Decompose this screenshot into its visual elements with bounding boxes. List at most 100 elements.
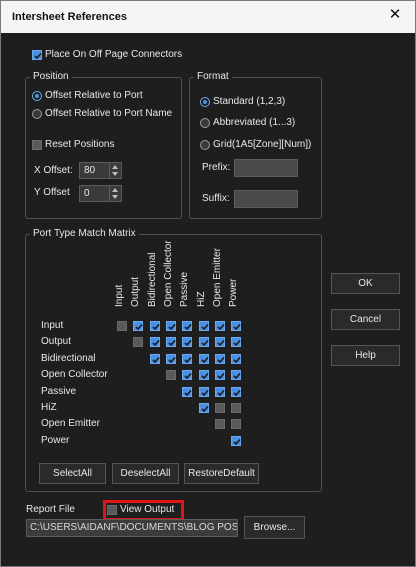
matrix-cell-checkbox[interactable] — [149, 337, 160, 348]
matrix-column-header: HiZ — [196, 268, 208, 318]
offset-port-label: Offset Relative to Port — [45, 90, 143, 101]
matrix-cell-checkbox[interactable] — [182, 321, 193, 331]
matrix-column-label: Output — [130, 276, 142, 307]
spin-up-icon[interactable] — [112, 165, 118, 169]
restore-default-button[interactable]: RestoreDefault — [184, 463, 259, 484]
matrix-row-label: Bidirectional — [41, 352, 96, 364]
close-icon[interactable]: ✕ — [383, 4, 407, 26]
matrix-cell-checkbox[interactable] — [214, 403, 225, 413]
matrix-cell-checkbox[interactable] — [198, 353, 209, 364]
suffix-input[interactable] — [234, 190, 298, 208]
format-grid-label: Grid(1A5[Zone][Num]) — [213, 139, 312, 150]
place-connectors-label: Place On Off Page Connectors — [45, 49, 183, 60]
matrix-column-header: Open Emitter — [212, 248, 224, 318]
select-all-button[interactable]: SelectAll — [39, 463, 106, 484]
reset-positions-label: Reset Positions — [45, 139, 115, 150]
matrix-row-label: Open Collector — [41, 369, 108, 381]
matrix-cell-checkbox[interactable] — [231, 403, 242, 413]
matrix-cell-checkbox[interactable] — [231, 370, 242, 381]
matrix-cell-checkbox[interactable] — [231, 419, 242, 430]
matrix-cell-checkbox[interactable] — [149, 353, 160, 364]
matrix-cell-checkbox[interactable] — [149, 321, 160, 331]
format-group-title: Format — [194, 71, 232, 82]
browse-button[interactable]: Browse... — [244, 516, 305, 539]
matrix-cell-checkbox[interactable] — [214, 321, 225, 331]
format-grid-radio[interactable] — [200, 140, 210, 150]
matrix-row-label: Power — [41, 434, 70, 446]
matrix-cell-checkbox[interactable] — [198, 370, 209, 381]
matrix-cell-checkbox[interactable] — [231, 353, 242, 364]
matrix-cell-checkbox[interactable] — [198, 321, 209, 331]
spin-down-icon[interactable] — [112, 195, 118, 199]
matrix-cell-checkbox[interactable] — [182, 386, 193, 397]
matrix-cell-checkbox[interactable] — [165, 370, 176, 381]
y-offset-arrows[interactable] — [109, 186, 121, 201]
dialog-title: Intersheet References — [12, 11, 127, 23]
spin-up-icon[interactable] — [112, 188, 118, 192]
matrix-cell-checkbox[interactable] — [231, 321, 242, 331]
matrix-cell-checkbox[interactable] — [214, 386, 225, 397]
matrix-cell-checkbox[interactable] — [198, 386, 209, 397]
offset-port-name-label: Offset Relative to Port Name — [45, 108, 173, 119]
prefix-input[interactable] — [234, 159, 298, 177]
matrix-cell-checkbox[interactable] — [182, 353, 193, 364]
matrix-cell-checkbox[interactable] — [165, 353, 176, 364]
cancel-button[interactable]: Cancel — [331, 309, 400, 330]
matrix-cell-checkbox[interactable] — [133, 337, 144, 348]
format-standard-label: Standard (1,2,3) — [213, 96, 286, 107]
matrix-cell-checkbox[interactable] — [182, 337, 193, 348]
matrix-cell-checkbox[interactable] — [231, 337, 242, 348]
matrix-cell-checkbox[interactable] — [165, 337, 176, 348]
matrix-column-header: Input — [114, 268, 126, 318]
matrix-column-label: Passive — [179, 271, 191, 307]
matrix-cell-checkbox[interactable] — [214, 337, 225, 348]
suffix-label: Suffix: — [202, 193, 230, 204]
matrix-cell-checkbox[interactable] — [214, 419, 225, 430]
format-abbreviated-radio[interactable] — [200, 118, 210, 128]
x-offset-value: 80 — [84, 165, 96, 176]
matrix-cell-checkbox[interactable] — [182, 370, 193, 381]
place-connectors-checkbox[interactable] — [32, 50, 42, 60]
format-standard-radio[interactable] — [200, 97, 210, 107]
matrix-cell-checkbox[interactable] — [133, 321, 144, 331]
matrix-cell-checkbox[interactable] — [165, 321, 176, 331]
view-output-checkbox[interactable] — [107, 505, 117, 515]
matrix-row-label: HiZ — [41, 402, 57, 413]
matrix-cell-checkbox[interactable] — [214, 370, 225, 381]
matrix-column-header: Output — [130, 268, 142, 318]
report-path-input[interactable]: C:\USERS\AIDANF\DOCUMENTS\BLOG POS — [26, 519, 238, 537]
matrix-cell-checkbox[interactable] — [231, 435, 242, 446]
reset-positions-checkbox[interactable] — [32, 140, 42, 150]
y-offset-label: Y Offset — [34, 187, 70, 198]
matrix-column-label: Input — [114, 284, 125, 307]
y-offset-spinner[interactable]: 0 — [79, 185, 122, 202]
matrix-cell-checkbox[interactable] — [214, 353, 225, 364]
view-output-label: View Output — [120, 504, 175, 515]
matrix-column-header: Power — [228, 268, 240, 318]
ok-button[interactable]: OK — [331, 273, 400, 294]
matrix-cell-checkbox[interactable] — [198, 403, 209, 413]
matrix-column-label: Open Emitter — [211, 248, 223, 307]
spin-down-icon[interactable] — [112, 172, 118, 176]
matrix-column-headers: Input Output Bidirectional Open Collector Pa… — [114, 240, 244, 318]
matrix-cell-checkbox[interactable] — [117, 321, 127, 331]
matrix-cell-checkbox[interactable] — [231, 386, 242, 397]
report-file-label: Report File — [26, 504, 75, 515]
matrix-cell-checkbox[interactable] — [198, 337, 209, 348]
intersheet-references-dialog: Intersheet References ✕ Place On Off Pag… — [0, 0, 416, 567]
deselect-all-button[interactable]: DeselectAll — [112, 463, 179, 484]
matrix-rows: Input Output Bidirectional Open Collector Pa… — [39, 320, 249, 452]
offset-port-radio[interactable] — [32, 91, 42, 101]
title-bar: Intersheet References ✕ — [1, 1, 415, 33]
matrix-column-label: Open Collector — [162, 240, 174, 307]
help-button[interactable]: Help — [331, 345, 400, 366]
matrix-column-label: Bidirectional — [146, 252, 158, 307]
matrix-row-label: Passive — [41, 385, 77, 397]
position-group-title: Position — [30, 71, 72, 82]
matrix-column-label: HiZ — [195, 291, 207, 307]
x-offset-arrows[interactable] — [109, 163, 121, 178]
offset-port-name-radio[interactable] — [32, 109, 42, 119]
x-offset-spinner[interactable]: 80 — [79, 162, 122, 179]
matrix-group-title: Port Type Match Matrix — [30, 228, 139, 239]
matrix-column-header: Passive — [179, 268, 191, 318]
